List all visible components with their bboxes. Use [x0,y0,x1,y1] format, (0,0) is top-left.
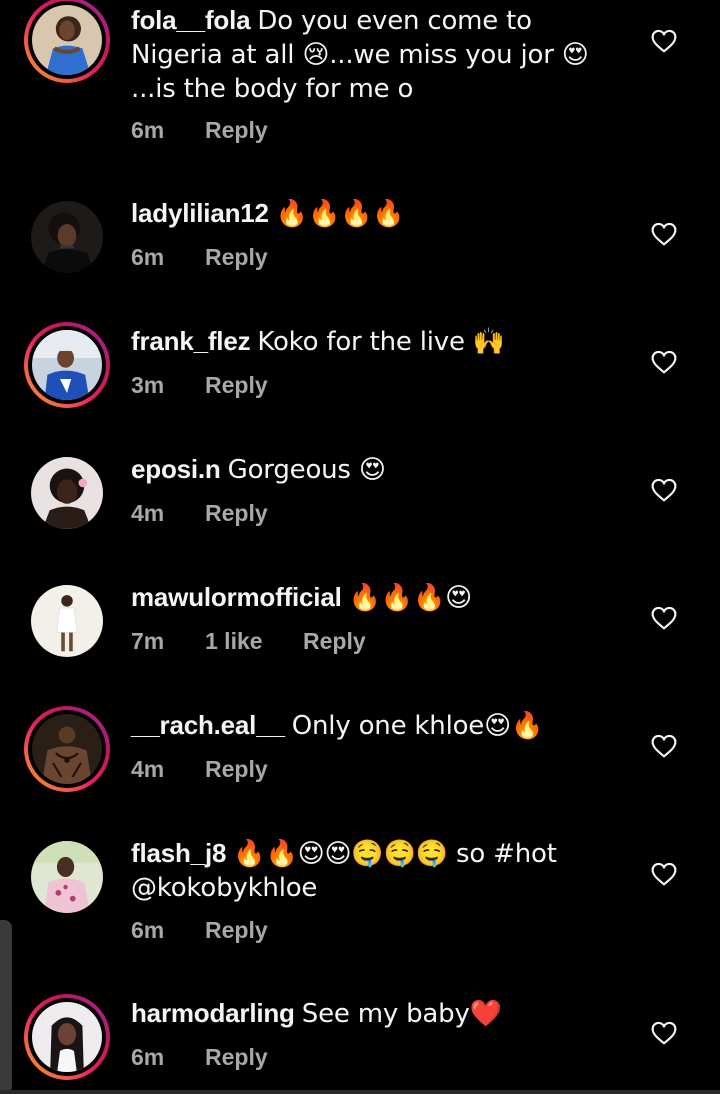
comment-text: harmodarling See my baby❤️ [131,997,631,1031]
avatar[interactable] [24,322,110,408]
comment-time: 3m [131,372,165,398]
comment-body: Koko for the live 🙌 [257,327,506,357]
heart-outline-icon[interactable] [651,606,677,630]
avatar[interactable] [24,578,110,664]
comment-body: See my baby❤️ [301,999,502,1029]
avatar-photo-icon [31,201,103,273]
heart-outline-icon[interactable] [651,734,677,758]
avatar[interactable] [24,834,110,920]
comment-username[interactable]: ladylilian12 [131,198,269,228]
comment-text: ladylilian12 🔥🔥🔥🔥 [131,197,631,231]
avatar-photo-icon [31,585,103,657]
avatar-photo-icon [32,714,102,784]
avatar-photo-icon [32,1002,102,1072]
comment-username[interactable]: __rach.eal__ [131,710,285,740]
heart-outline-icon[interactable] [651,222,677,246]
reply-button[interactable]: Reply [205,917,268,944]
comment-meta: 4m Reply [131,500,268,527]
avatar[interactable] [24,450,110,536]
comment-text: eposi.n Gorgeous 😍 [131,453,631,487]
reply-button[interactable]: Reply [205,244,268,271]
comment-body: Only one khloe😍🔥 [291,711,544,741]
comment-username[interactable]: mawulormofficial [131,582,342,612]
avatar-photo-icon [32,330,102,400]
avatar[interactable] [24,0,110,83]
comment-text: mawulormofficial 🔥🔥🔥😍 [131,581,631,615]
avatar-photo-icon [31,457,103,529]
comment-meta: 6m Reply [131,1044,268,1071]
avatar-photo-icon [32,5,102,75]
comment-username[interactable]: flash_j8 [131,838,226,868]
comment-body: 🔥🔥🔥🔥 [275,199,405,229]
avatar[interactable] [24,994,110,1080]
comment-text: fola__fola Do you even come to Nigeria a… [131,4,631,106]
comment-time: 4m [131,500,165,526]
comment-username[interactable]: eposi.n [131,454,221,484]
reply-button[interactable]: Reply [205,117,268,144]
comment-body: Gorgeous 😍 [227,455,386,485]
heart-outline-icon[interactable] [651,1021,677,1045]
comment-meta: 6m Reply [131,117,268,144]
comment-meta: 4m Reply [131,756,268,783]
like-count[interactable]: 1 like [205,628,303,655]
heart-outline-icon[interactable] [651,862,677,886]
avatar-photo-icon [31,841,103,913]
heart-outline-icon[interactable] [651,478,677,502]
avatar[interactable] [24,194,110,280]
comment-time: 6m [131,244,165,270]
comment-time: 6m [131,917,165,943]
reply-button[interactable]: Reply [205,756,268,783]
comment-meta: 6m Reply [131,917,268,944]
comment-time: 6m [131,1044,165,1070]
comment-username[interactable]: harmodarling [131,998,295,1028]
comment-time: 4m [131,756,165,782]
comment-username[interactable]: fola__fola [131,5,251,35]
scroll-edge-handle[interactable] [0,920,12,1094]
bottom-divider [0,1090,720,1094]
reply-button[interactable]: Reply [205,372,268,399]
reply-button[interactable]: Reply [205,1044,268,1071]
comment-time: 7m [131,628,165,654]
comment-text: flash_j8 🔥🔥😍😍🤤🤤🤤 so #hot @kokobykhloe [131,837,631,905]
avatar[interactable] [24,706,110,792]
comment-text: frank_flez Koko for the live 🙌 [131,325,631,359]
comment-meta: 6m Reply [131,244,268,271]
comment-time: 6m [131,117,165,143]
comment-meta: 3m Reply [131,372,268,399]
comment-text: __rach.eal__ Only one khloe😍🔥 [131,709,631,743]
comment-username[interactable]: frank_flez [131,326,251,356]
heart-outline-icon[interactable] [651,350,677,374]
comment-meta: 7m 1 like Reply [131,628,366,655]
reply-button[interactable]: Reply [303,628,366,655]
reply-button[interactable]: Reply [205,500,268,527]
heart-outline-icon[interactable] [651,29,677,53]
comment-body: 🔥🔥🔥😍 [348,583,473,613]
